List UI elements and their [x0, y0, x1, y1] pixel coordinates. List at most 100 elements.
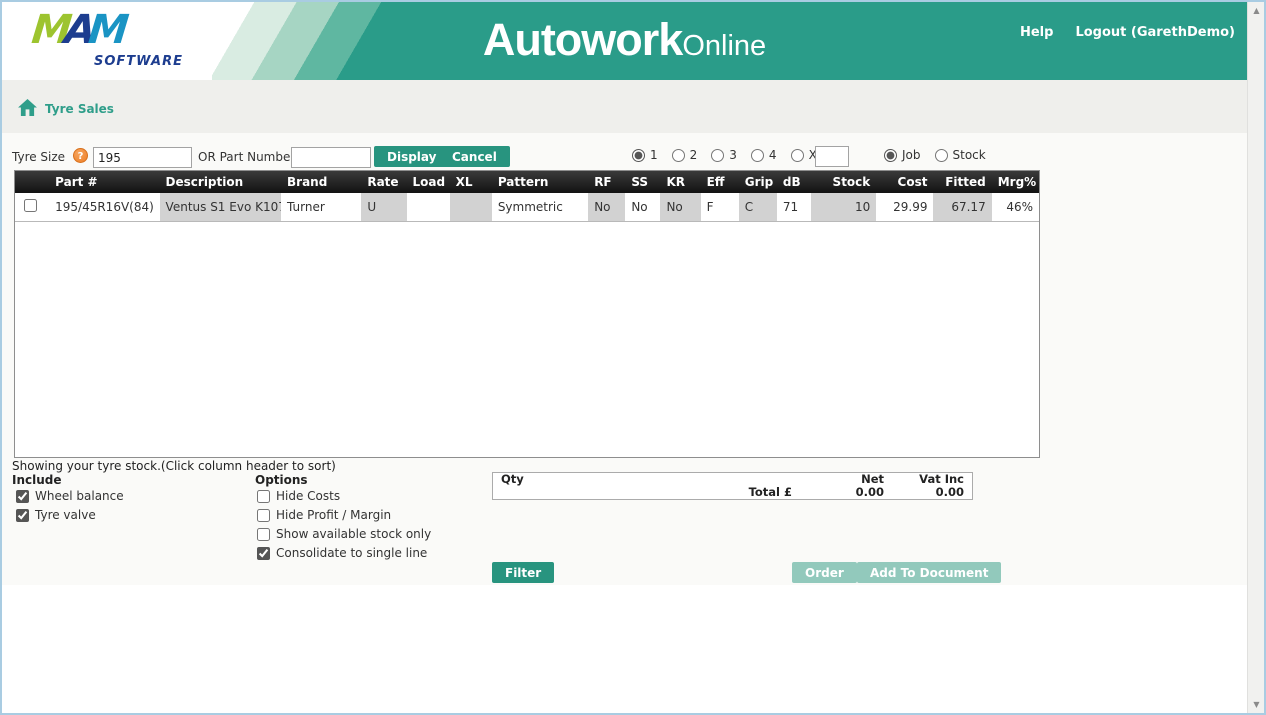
- cell-brand: Turner: [281, 193, 362, 222]
- app-header: MAM SOFTWARE Autowork Online Help Logout …: [2, 2, 1247, 80]
- mode-radio-stock[interactable]: [934, 148, 948, 162]
- add-to-document-button[interactable]: Add To Document: [857, 562, 1002, 583]
- cell-description: Ventus S1 Evo K107: [159, 193, 282, 222]
- totals-value-row: Total £ 0.00 0.00: [493, 486, 972, 499]
- cell-kr: No: [660, 193, 701, 222]
- column-header-mrg[interactable]: Mrg%: [991, 171, 1039, 193]
- status-text: Showing your tyre stock.(Click column he…: [12, 459, 336, 473]
- column-header-stock[interactable]: Stock: [811, 171, 877, 193]
- hide-profit-margin-checkbox[interactable]: [257, 508, 270, 522]
- mode-radio-label[interactable]: Job: [902, 148, 921, 162]
- quantity-radio-label[interactable]: 3: [729, 148, 737, 162]
- tyre-valve-checkbox[interactable]: [16, 508, 29, 522]
- part-number-input[interactable]: [291, 147, 371, 168]
- select-column-header: [15, 171, 50, 193]
- column-header-xl[interactable]: XL: [449, 171, 492, 193]
- quantity-radio-label[interactable]: 4: [769, 148, 777, 162]
- quantity-input[interactable]: [815, 146, 849, 167]
- consolidate-single-line-checkbox[interactable]: [257, 546, 270, 560]
- quantity-radio-4[interactable]: [750, 148, 764, 162]
- net-total-value: 0.00: [855, 485, 884, 499]
- column-header-cost[interactable]: Cost: [876, 171, 934, 193]
- logo-letter: M: [29, 7, 68, 53]
- cell-rf: No: [588, 193, 626, 222]
- include-title: Include: [12, 473, 62, 487]
- qty-label: Qty: [501, 472, 524, 486]
- option-consolidate-single-line: Consolidate to single line: [257, 546, 427, 560]
- cell-mrg: 46%: [991, 193, 1039, 222]
- column-header-grip[interactable]: Grip: [738, 171, 777, 193]
- order-button[interactable]: Order: [792, 562, 857, 583]
- row-select-checkbox[interactable]: [24, 199, 37, 212]
- quantity-radio-3[interactable]: [711, 148, 725, 162]
- show-available-stock-checkbox[interactable]: [257, 527, 270, 541]
- column-header-part[interactable]: Part #: [49, 171, 160, 193]
- tyre-size-input[interactable]: [93, 147, 192, 168]
- cell-stock: 10: [811, 193, 877, 222]
- cancel-button[interactable]: Cancel: [439, 146, 510, 167]
- cell-part: 195/45R16V(84): [49, 193, 160, 222]
- hide-costs-checkbox[interactable]: [257, 489, 270, 503]
- cell-ss: No: [625, 193, 661, 222]
- column-header-rate[interactable]: Rate: [361, 171, 407, 193]
- cell-cost: 29.99: [876, 193, 934, 222]
- filter-button[interactable]: Filter: [492, 562, 555, 583]
- column-header-ss[interactable]: SS: [625, 171, 661, 193]
- tyre-size-label: Tyre Size: [12, 150, 66, 164]
- app-title-suffix: Online: [682, 30, 767, 62]
- include-wheel-balance: Wheel balance: [16, 489, 124, 503]
- help-icon[interactable]: ?: [73, 148, 88, 163]
- quantity-radio-x[interactable]: [790, 148, 804, 162]
- column-header-db[interactable]: dB: [776, 171, 812, 193]
- header-nav: Help Logout (GarethDemo): [1020, 25, 1235, 40]
- scroll-down-icon[interactable]: ▼: [1248, 696, 1265, 713]
- cell-eff: F: [700, 193, 739, 222]
- home-icon[interactable]: [18, 99, 37, 116]
- wheel-balance-checkbox[interactable]: [16, 489, 29, 503]
- checkbox-label: Hide Costs: [276, 489, 341, 503]
- quantity-radio-2[interactable]: [671, 148, 685, 162]
- checkbox-label: Wheel balance: [35, 489, 124, 503]
- quantity-radio-1[interactable]: [632, 148, 645, 162]
- cell-grip: C: [738, 193, 777, 222]
- vat-inc-total-value: 0.00: [935, 485, 964, 499]
- autowork-online-page: { "header": { "logo": { "m1": "M", "a1":…: [0, 0, 1266, 715]
- breadcrumb-bar: Tyre Sales: [2, 80, 1247, 133]
- vertical-scrollbar[interactable]: ▲ ▼: [1247, 2, 1264, 713]
- cell-fitted: 67.17: [933, 193, 992, 222]
- option-show-available-stock: Show available stock only: [257, 527, 431, 541]
- option-hide-costs: Hide Costs: [257, 489, 340, 503]
- column-header-description[interactable]: Description: [159, 171, 282, 193]
- option-hide-profit-margin: Hide Profit / Margin: [257, 508, 391, 522]
- column-header-kr[interactable]: KR: [660, 171, 701, 193]
- quantity-radio-label[interactable]: 2: [690, 148, 698, 162]
- column-header-rf[interactable]: RF: [588, 171, 626, 193]
- column-header-pattern[interactable]: Pattern: [491, 171, 589, 193]
- cell-rate: U: [361, 193, 407, 222]
- app-title-main: Autowork: [482, 14, 683, 65]
- table-row: 195/45R16V(84) Ventus S1 Evo K107 Turner…: [15, 193, 1039, 222]
- total-label: Total £: [748, 485, 792, 499]
- mam-software-logo[interactable]: MAM: [29, 7, 125, 53]
- mode-radio-group: Job Stock: [884, 148, 995, 162]
- breadcrumb-tyre-sales[interactable]: Tyre Sales: [45, 102, 114, 116]
- column-header-brand[interactable]: Brand: [281, 171, 362, 193]
- checkbox-label: Consolidate to single line: [276, 546, 428, 560]
- quantity-radio-label[interactable]: 1: [650, 148, 658, 162]
- cell-db: 71: [776, 193, 812, 222]
- help-link[interactable]: Help: [1020, 25, 1053, 40]
- checkbox-label: Hide Profit / Margin: [276, 508, 392, 522]
- logout-link[interactable]: Logout (GarethDemo): [1075, 25, 1235, 40]
- quantity-radio-group: 1 2 3 4 X: [632, 148, 826, 162]
- totals-header-row: Qty Net Vat Inc: [493, 473, 972, 486]
- logo-letter: M: [86, 7, 125, 53]
- cell-load: [406, 193, 450, 222]
- column-header-load[interactable]: Load: [406, 171, 450, 193]
- mode-radio-job[interactable]: [884, 148, 897, 162]
- column-header-fitted[interactable]: Fitted: [933, 171, 992, 193]
- mode-radio-label[interactable]: Stock: [953, 148, 986, 162]
- part-number-label: OR Part Number: [198, 150, 296, 164]
- options-title: Options: [255, 473, 308, 487]
- scroll-up-icon[interactable]: ▲: [1248, 2, 1265, 19]
- column-header-eff[interactable]: Eff: [700, 171, 739, 193]
